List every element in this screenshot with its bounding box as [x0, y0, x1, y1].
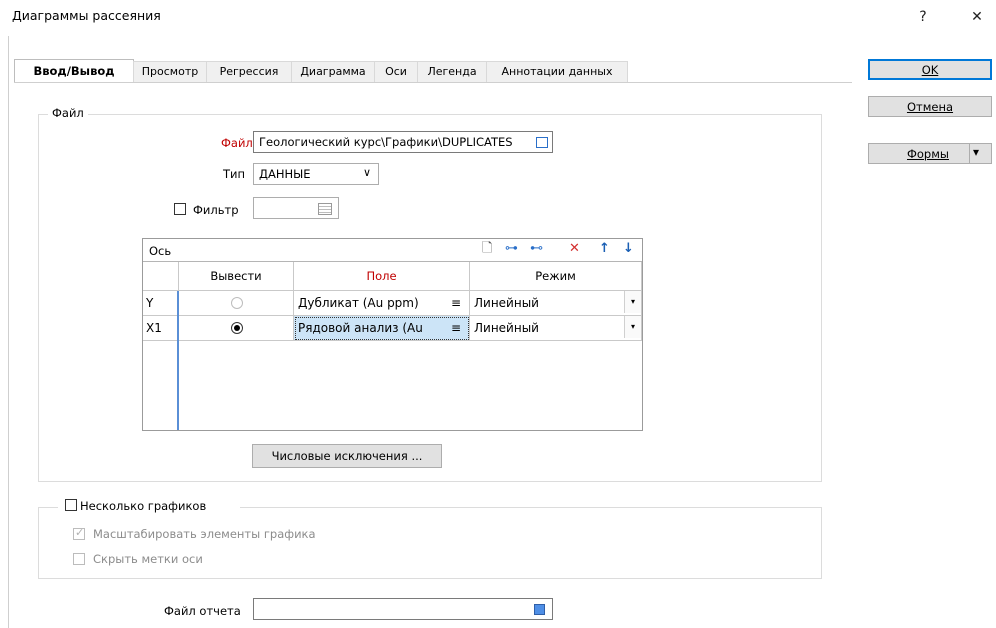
tab-panel-border — [14, 82, 852, 83]
close-button[interactable]: ✕ — [962, 4, 992, 30]
report-file-input[interactable] — [253, 598, 553, 620]
field-menu-icon[interactable]: ≡ — [451, 316, 461, 340]
filter-input[interactable] — [253, 197, 339, 219]
column-header-output[interactable]: Вывести — [179, 262, 294, 291]
row-axis-label: Y — [143, 291, 179, 316]
output-cell[interactable] — [179, 291, 294, 316]
append-row-icon[interactable]: ⊷ — [530, 242, 543, 256]
tab-axes[interactable]: Оси — [374, 61, 418, 82]
report-file-label: Файл отчета — [164, 604, 241, 618]
file-group-label: Файл — [48, 106, 88, 120]
scale-elements-label: Масштабировать элементы графика — [93, 527, 316, 541]
mode-cell[interactable]: Линейный ▾ — [470, 291, 642, 316]
file-input[interactable]: Геологический курс\Графики\DUPLICATES — [253, 131, 553, 153]
output-cell[interactable] — [179, 316, 294, 341]
delete-row-icon[interactable]: ✕ — [569, 242, 580, 256]
field-cell-selected[interactable]: Рядовой анализ (Au ≡ — [294, 316, 470, 341]
hide-axis-labels-label: Скрыть метки оси — [93, 552, 203, 566]
multi-graphs-label: Несколько графиков — [80, 499, 207, 513]
cancel-button-label: Отмена — [906, 99, 954, 114]
forms-button[interactable]: Формы ▾ — [868, 143, 992, 164]
field-cell[interactable]: Дубликат (Au ppm) ≡ — [294, 291, 470, 316]
mode-dropdown-icon[interactable]: ▾ — [624, 316, 641, 338]
output-radio[interactable] — [231, 297, 243, 309]
type-select-value: ДАННЫЕ — [259, 167, 311, 181]
grid-title: Ось — [149, 244, 172, 258]
new-row-icon[interactable]: 🗋 — [482, 242, 492, 256]
hide-axis-labels-checkbox[interactable] — [73, 553, 85, 565]
ok-button-label: OK — [921, 62, 939, 77]
tab-input-output[interactable]: Ввод/Вывод — [14, 59, 134, 83]
column-header-mode[interactable]: Режим — [470, 262, 642, 291]
insert-row-icon[interactable]: ⊶ — [505, 242, 518, 256]
numeric-exclusions-button[interactable]: Числовые исключения ... — [252, 444, 442, 468]
tab-data-annotations[interactable]: Аннотации данных — [486, 61, 628, 82]
file-label: Файл — [221, 136, 253, 150]
output-radio-selected[interactable] — [231, 322, 243, 334]
scale-elements-checkbox[interactable]: ✓ — [73, 526, 85, 540]
window-border — [8, 36, 9, 628]
mode-cell[interactable]: Линейный ▾ — [470, 316, 642, 341]
move-down-icon[interactable]: ↓ — [623, 242, 634, 256]
tab-view[interactable]: Просмотр — [133, 61, 207, 82]
check-icon: ✓ — [75, 526, 85, 539]
column-header-field[interactable]: Поле — [294, 262, 470, 291]
multi-graphs-group — [38, 507, 822, 579]
axis-grid: Ось 🗋 ⊶ ⊷ ✕ ↑ ↓ Вывести Поле Режим Y Дуб… — [142, 238, 643, 431]
filter-checkbox[interactable] — [174, 203, 186, 215]
file-browse-icon[interactable] — [536, 137, 548, 148]
tab-diagram[interactable]: Диаграмма — [291, 61, 375, 82]
move-up-icon[interactable]: ↑ — [599, 242, 610, 256]
tab-legend[interactable]: Легенда — [417, 61, 487, 82]
mode-cell-value: Линейный — [474, 321, 539, 335]
field-cell-value: Рядовой анализ (Au — [298, 321, 423, 335]
ok-button[interactable]: OK — [868, 59, 992, 80]
multi-graphs-checkbox[interactable] — [65, 499, 77, 511]
row-header-corner — [143, 262, 179, 291]
field-cell-value: Дубликат (Au ppm) — [298, 296, 419, 310]
forms-separator — [969, 144, 970, 163]
file-input-value: Геологический курс\Графики\DUPLICATES — [259, 135, 513, 149]
help-button[interactable]: ? — [908, 4, 938, 30]
chevron-down-icon: ∨ — [362, 166, 371, 179]
grid-header: Ось 🗋 ⊶ ⊷ ✕ ↑ ↓ — [143, 239, 642, 262]
type-label: Тип — [223, 167, 246, 181]
row-header-empty — [143, 341, 179, 430]
filter-label: Фильтр — [193, 203, 239, 217]
filter-browse-icon[interactable] — [318, 203, 332, 215]
mode-dropdown-icon[interactable]: ▾ — [624, 291, 641, 313]
row-axis-label: X1 — [143, 316, 179, 341]
type-select[interactable]: ДАННЫЕ ∨ — [253, 163, 379, 185]
cancel-button[interactable]: Отмена — [868, 96, 992, 117]
report-browse-icon[interactable] — [534, 604, 545, 615]
mode-cell-value: Линейный — [474, 296, 539, 310]
field-menu-icon[interactable]: ≡ — [451, 291, 461, 315]
forms-button-label: Формы — [907, 146, 949, 161]
window-title: Диаграммы рассеяния — [12, 8, 161, 23]
tab-regression[interactable]: Регрессия — [206, 61, 292, 82]
forms-dropdown-icon[interactable]: ▾ — [973, 145, 979, 159]
